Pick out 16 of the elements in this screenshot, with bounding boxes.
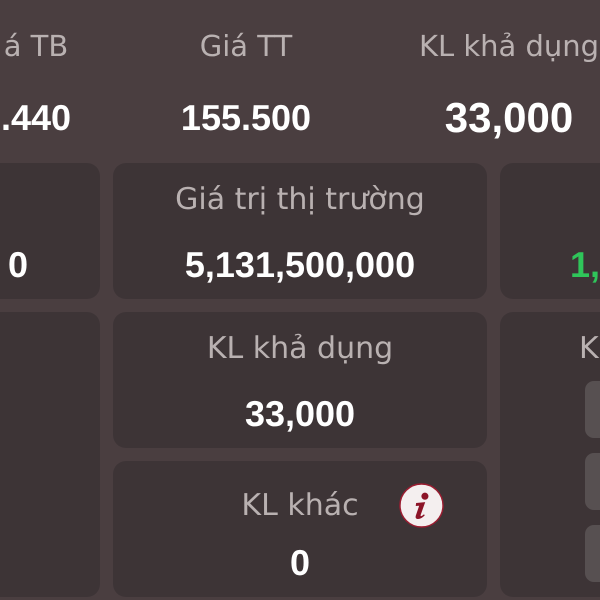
stat-value: 33,000 — [244, 394, 356, 434]
info-icon[interactable] — [398, 483, 444, 528]
stat-label: KL khác — [241, 490, 359, 520]
stat-value: 1, — [570, 245, 600, 285]
card-label: K — [579, 334, 599, 364]
stat-label: KL khả dụng — [206, 334, 394, 364]
stat-value: 155.500 — [180, 98, 312, 138]
stat-value: .440 — [0, 98, 72, 138]
stat-value: 5,131,500,000 — [184, 245, 416, 285]
stat-label: Giá TT — [200, 31, 292, 61]
stat-label: KL khả dụng — [418, 31, 600, 61]
stat-label: á TB — [4, 31, 68, 61]
stat-value: 0 — [290, 543, 310, 583]
stat-value: 0 — [8, 245, 28, 285]
stat-label: Giá trị thị trường — [175, 185, 425, 215]
stat-value: 33,000 — [444, 98, 574, 138]
